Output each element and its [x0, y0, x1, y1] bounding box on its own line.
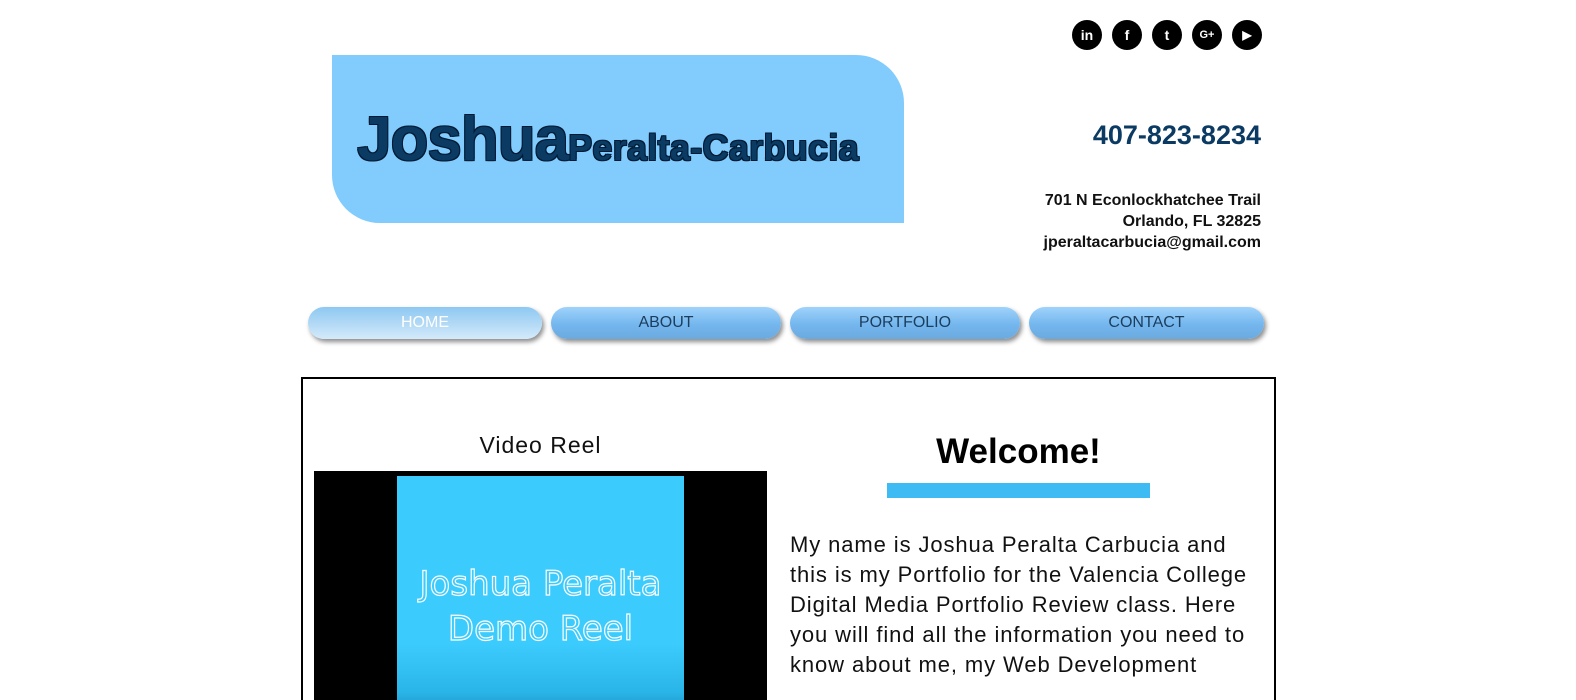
video-thumbnail[interactable]: Joshua Peralta Demo Reel — [397, 476, 684, 700]
twitter-icon[interactable]: t — [1152, 20, 1182, 50]
video-reel-title: Video Reel — [479, 432, 602, 458]
google-plus-icon[interactable]: G+ — [1192, 20, 1222, 50]
address-line2: Orlando, FL 32825 — [1122, 213, 1261, 230]
nav-contact[interactable]: CONTACT — [1029, 307, 1264, 339]
facebook-icon[interactable]: f — [1112, 20, 1142, 50]
nav-about[interactable]: ABOUT — [551, 307, 781, 339]
last-name: Peralta-Carbucia — [568, 127, 859, 168]
linkedin-icon[interactable]: in — [1072, 20, 1102, 50]
social-links: in f t G+ ▶ — [1072, 20, 1262, 50]
nav-home[interactable]: HOME — [308, 307, 542, 339]
video-player[interactable]: Joshua Peralta Demo Reel — [314, 471, 767, 700]
first-name: Joshua — [357, 105, 569, 174]
phone-number: 407-823-8234 — [1092, 120, 1261, 150]
address-line1: 701 N Econlockhatchee Trail — [1044, 192, 1261, 209]
nav-portfolio[interactable]: PORTFOLIO — [790, 307, 1020, 339]
site-title[interactable]: JoshuaPeralta-Carbucia — [357, 104, 859, 175]
email-link[interactable]: jperaltacarbucia@gmail.com — [1044, 232, 1261, 253]
welcome-underline-bar — [887, 483, 1150, 498]
intro-paragraph: My name is Joshua Peralta Carbucia and t… — [790, 532, 1248, 677]
address-block: 701 N Econlockhatchee Trail Orlando, FL … — [1044, 190, 1261, 253]
video-thumbnail-text: Joshua Peralta Demo Reel — [419, 563, 662, 649]
youtube-icon[interactable]: ▶ — [1232, 20, 1262, 50]
page: in f t G+ ▶ JoshuaPeralta-Carbucia 407-8… — [0, 0, 1576, 700]
welcome-heading: Welcome! — [936, 432, 1101, 471]
